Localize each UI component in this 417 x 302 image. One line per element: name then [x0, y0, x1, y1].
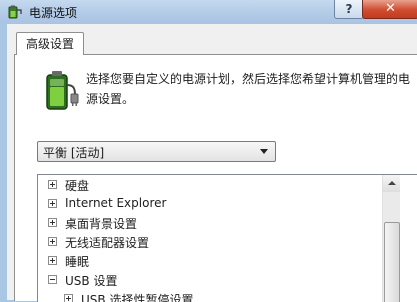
close-button[interactable]: ✕	[362, 0, 417, 19]
expand-plus-icon[interactable]	[48, 218, 57, 227]
tree-item-label: 硬盘	[65, 179, 90, 193]
help-button[interactable]: ?	[334, 0, 364, 19]
tree-item-sleep[interactable]: 睡眠	[38, 251, 383, 271]
dialog-body: 高级设置 选择您要自定义的电源计划，然后选择您希望计算机管理的电源设置。 平衡 …	[7, 24, 417, 302]
tree-item-usb-settings[interactable]: USB 设置	[38, 270, 383, 290]
battery-plan-icon	[46, 71, 79, 110]
tree-item-label: 桌面背景设置	[65, 217, 138, 231]
power-options-icon	[8, 5, 22, 19]
expand-plus-icon[interactable]	[48, 199, 57, 208]
tree-item-label: 睡眠	[65, 255, 90, 269]
plan-description: 选择您要自定义的电源计划，然后选择您希望计算机管理的电源设置。	[86, 72, 411, 106]
expand-plus-icon[interactable]	[48, 180, 57, 189]
scroll-up-icon[interactable]	[383, 175, 400, 192]
chevron-down-icon[interactable]	[260, 149, 268, 154]
tree-item-desktop-background[interactable]: 桌面背景设置	[38, 213, 383, 233]
advanced-settings-panel: 选择您要自定义的电源计划，然后选择您希望计算机管理的电源设置。 平衡 [活动] …	[14, 54, 417, 302]
tree-item-label: Internet Explorer	[65, 196, 167, 210]
expand-plus-icon[interactable]	[64, 294, 73, 302]
expand-plus-icon[interactable]	[48, 237, 57, 246]
power-plan-selected-value: 平衡 [活动]	[43, 146, 105, 160]
tree-item-internet-explorer[interactable]: Internet Explorer	[38, 194, 383, 214]
tree-item-label: USB 设置	[65, 274, 118, 288]
title-bar: 电源选项 ? ✕	[0, 0, 417, 24]
tree-item-label: 无线适配器设置	[65, 236, 150, 250]
tree-scrollbar[interactable]	[382, 175, 400, 302]
tree-item-label: USB 选择性暂停设置	[81, 293, 194, 302]
window-title: 电源选项	[29, 6, 78, 20]
tree-item-wireless-adapter[interactable]: 无线适配器设置	[38, 232, 383, 252]
expand-plus-icon[interactable]	[48, 256, 57, 265]
tree-item-usb-selective-suspend[interactable]: USB 选择性暂停设置	[54, 289, 399, 302]
collapse-minus-icon[interactable]	[48, 275, 57, 284]
tree-item-hard-disk[interactable]: 硬盘	[38, 175, 383, 195]
tab-advanced-settings[interactable]: 高级设置	[16, 32, 84, 55]
power-plan-dropdown[interactable]: 平衡 [活动]	[37, 141, 276, 162]
settings-tree: 硬盘 Internet Explorer 桌面背景设置 无线适配器设置 睡眠 U…	[37, 174, 417, 302]
scroll-thumb[interactable]	[384, 222, 400, 302]
